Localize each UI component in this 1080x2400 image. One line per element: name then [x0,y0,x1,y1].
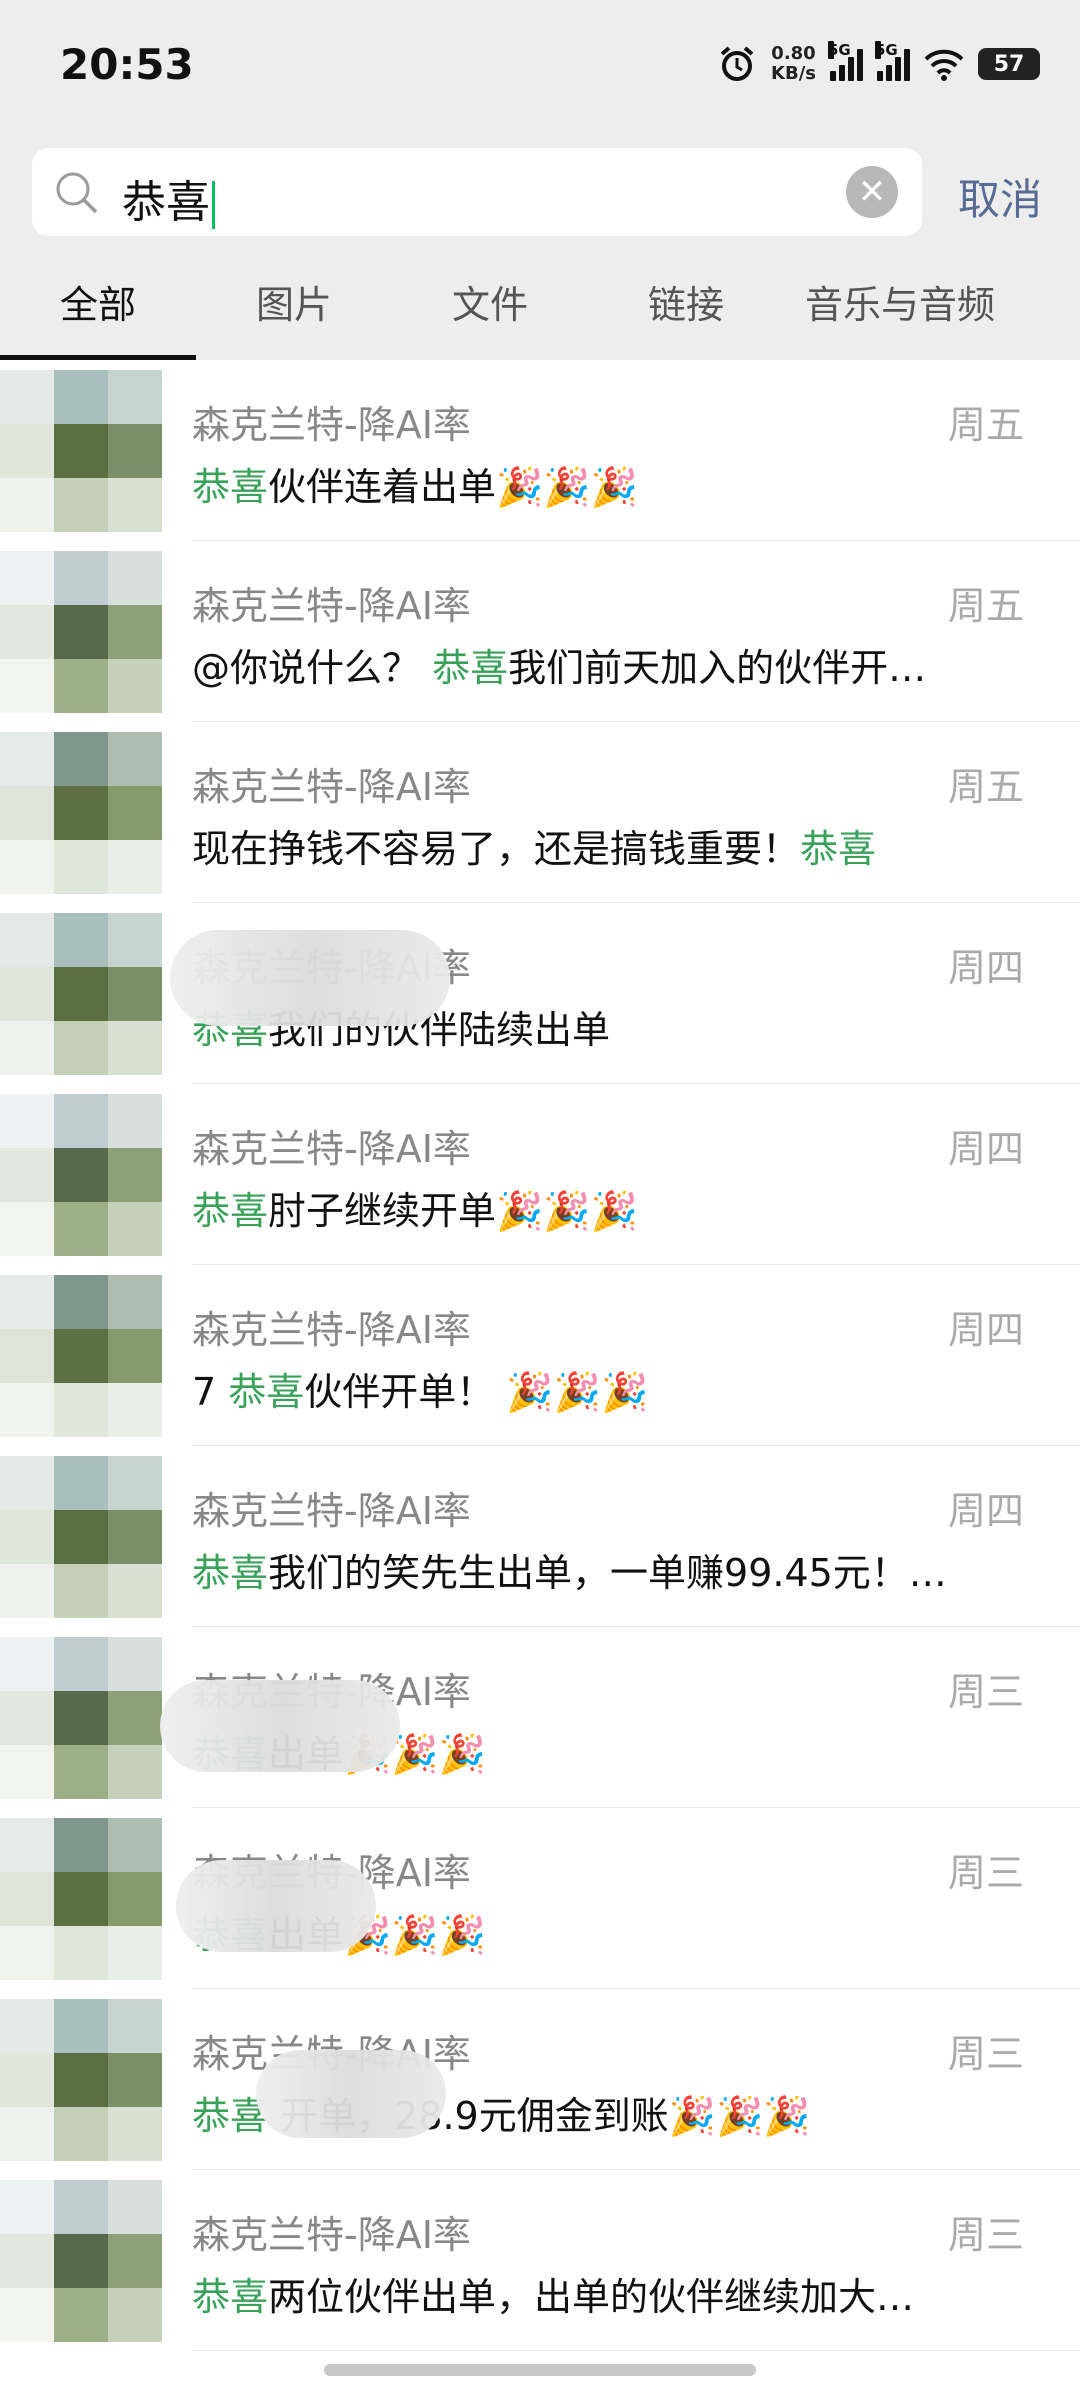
list-item[interactable]: 森克兰特-降AI率 周四 7 恭喜伙伴开单！ 🎉🎉🎉 [0,1265,1080,1446]
filter-tabs: 全部 图片 文件 链接 音乐与音频 [0,250,1080,360]
text-caret [212,181,215,229]
chat-name: 森克兰特-降AI率 [192,403,471,447]
keyword-highlight: 恭喜 [192,1551,269,1595]
message-day: 周三 [947,1670,1024,1714]
list-item[interactable]: 森克兰特-降AI率周四恭喜我们的伙伴陆续出单 [0,903,1080,1084]
chat-name: 森克兰特-降AI率 [192,2213,471,2257]
message-day: 周四 [947,1127,1024,1171]
home-indicator[interactable] [324,2364,756,2376]
list-item[interactable]: 森克兰特-降AI率 周五恭喜伙伴连着出单🎉🎉🎉 [0,360,1080,541]
search-icon [56,172,98,214]
message-text-after: 伙伴连着出单🎉🎉🎉 [268,465,638,509]
message-text-before: @你说什么？ [192,646,433,690]
keyword-highlight: 恭喜 [192,1189,269,1233]
list-item[interactable]: 森克兰特-降AI率 周五现在挣钱不容易了，还是搞钱重要！恭喜 [0,722,1080,903]
message-text-after: 我们前天加入的伙伴开… [508,646,927,690]
list-item[interactable]: 森克兰特-降AI率 周四恭喜肘子继续开单🎉🎉🎉 [0,1084,1080,1265]
message-day: 周三 [947,2032,1024,2076]
message-day: 周五 [947,765,1024,809]
privacy-blur [256,2050,446,2138]
chat-name: 森克兰特-降AI率 [192,584,471,628]
network-speed: 0.80 KB/s [771,44,816,84]
keyword-highlight: 恭喜 [432,646,509,690]
privacy-blur [176,1860,376,1952]
signal-sim1-icon: 5G [828,41,863,81]
battery-icon: 57 [978,48,1040,80]
tab-files[interactable]: 文件 [392,250,588,360]
chat-name: 森克兰特-降AI率 [192,1308,471,1352]
alarm-icon [720,46,754,81]
message-day: 周四 [947,946,1024,990]
avatar [0,370,162,532]
keyword-highlight: 恭喜 [228,1370,305,1414]
tab-all[interactable]: 全部 [0,250,196,360]
tab-music-audio[interactable]: 音乐与音频 [784,250,1016,360]
sim2-network-label: 5G [875,41,898,59]
status-time: 20:53 [60,40,194,89]
message-preview: 恭喜肘子继续开单🎉🎉🎉 [192,1180,992,1235]
row-divider [192,2350,1080,2351]
message-day: 周四 [947,1308,1024,1352]
search-bar: 恭喜 ✕ 取消 [0,140,1080,250]
keyword-highlight: 恭喜 [800,827,877,871]
avatar [0,551,162,713]
cancel-button[interactable]: 取消 [958,166,1042,227]
avatar [0,1818,162,1980]
avatar [0,732,162,894]
search-query-text: 恭喜 [122,177,210,228]
message-preview: @你说什么？ 恭喜我们前天加入的伙伴开… [192,637,992,692]
keyword-highlight: 恭喜 [192,465,269,509]
chat-name: 森克兰特-降AI率 [192,1489,471,1533]
sim1-network-label: 5G [828,41,851,59]
list-item[interactable]: 森克兰特-降AI率 周三恭喜两位伙伴出单，出单的伙伴继续加大… [0,2170,1080,2351]
network-speed-value: 0.80 [771,43,816,64]
message-text-after: 伙伴开单！ 🎉🎉🎉 [304,1370,649,1414]
tab-images[interactable]: 图片 [196,250,392,360]
message-day: 周四 [947,1489,1024,1533]
status-bar: 20:53 0.80 KB/s 5G 5G 57 [0,0,1080,140]
privacy-blur [160,1680,400,1772]
signal-sim2-icon: 5G [875,41,910,81]
message-text-before: 现在挣钱不容易了，还是搞钱重要！ [192,827,801,871]
message-text-after: 肘子继续开单🎉🎉🎉 [268,1189,638,1233]
message-day: 周五 [947,584,1024,628]
list-item[interactable]: 森克兰特-降AI率 周五 @你说什么？ 恭喜我们前天加入的伙伴开… [0,541,1080,722]
message-preview: 恭喜伙伴连着出单🎉🎉🎉 [192,456,992,511]
chat-name: 森克兰特-降AI率 [192,765,471,809]
avatar [0,1094,162,1256]
message-text-before: 7 [192,1370,229,1414]
avatar [0,1456,162,1618]
avatar [0,1637,162,1799]
message-preview: 恭喜两位伙伴出单，出单的伙伴继续加大… [192,2266,992,2321]
message-text-after: 我们的笑先生出单，一单赚99.45元！… [268,1551,947,1595]
search-query[interactable]: 恭喜 [122,166,215,230]
message-text-after: 两位伙伴出单，出单的伙伴继续加大… [268,2275,915,2319]
tab-links[interactable]: 链接 [588,250,784,360]
search-input[interactable]: 恭喜 ✕ [32,148,922,236]
chat-name: 森克兰特-降AI率 [192,1127,471,1171]
avatar [0,913,162,1075]
list-item[interactable]: 森克兰特-降AI率 周四恭喜我们的笑先生出单，一单赚99.45元！… [0,1446,1080,1627]
keyword-highlight: 恭喜 [192,2275,269,2319]
message-day: 周三 [947,1851,1024,1895]
message-day: 周五 [947,403,1024,447]
search-results-list: 森克兰特-降AI率 周五 恭喜伙伴连着出单🎉🎉🎉 森克兰特-降AI率 周五 @你说什么？ … [0,360,1080,2351]
message-preview: 7 恭喜伙伴开单！ 🎉🎉🎉 [192,1361,992,1416]
avatar [0,1999,162,2161]
close-icon: ✕ [857,172,887,212]
message-preview: 恭喜我们的笑先生出单，一单赚99.45元！… [192,1542,992,1597]
list-item[interactable]: 森克兰特-降AI率周三恭喜 开单，28.9元佣金到账🎉🎉🎉 [0,1989,1080,2170]
network-speed-unit: KB/s [771,63,816,84]
message-preview: 现在挣钱不容易了，还是搞钱重要！恭喜 [192,818,992,873]
privacy-blur [170,930,450,1026]
message-day: 周三 [947,2213,1024,2257]
avatar [0,1275,162,1437]
status-icons: 0.80 KB/s 5G 5G 57 [717,41,1040,84]
clear-search-button[interactable]: ✕ [846,166,898,218]
wifi-icon [924,49,964,81]
list-item[interactable]: 森克兰特-降AI率周三 恭喜出单🎉🎉🎉 [0,1808,1080,1989]
avatar [0,2180,162,2342]
